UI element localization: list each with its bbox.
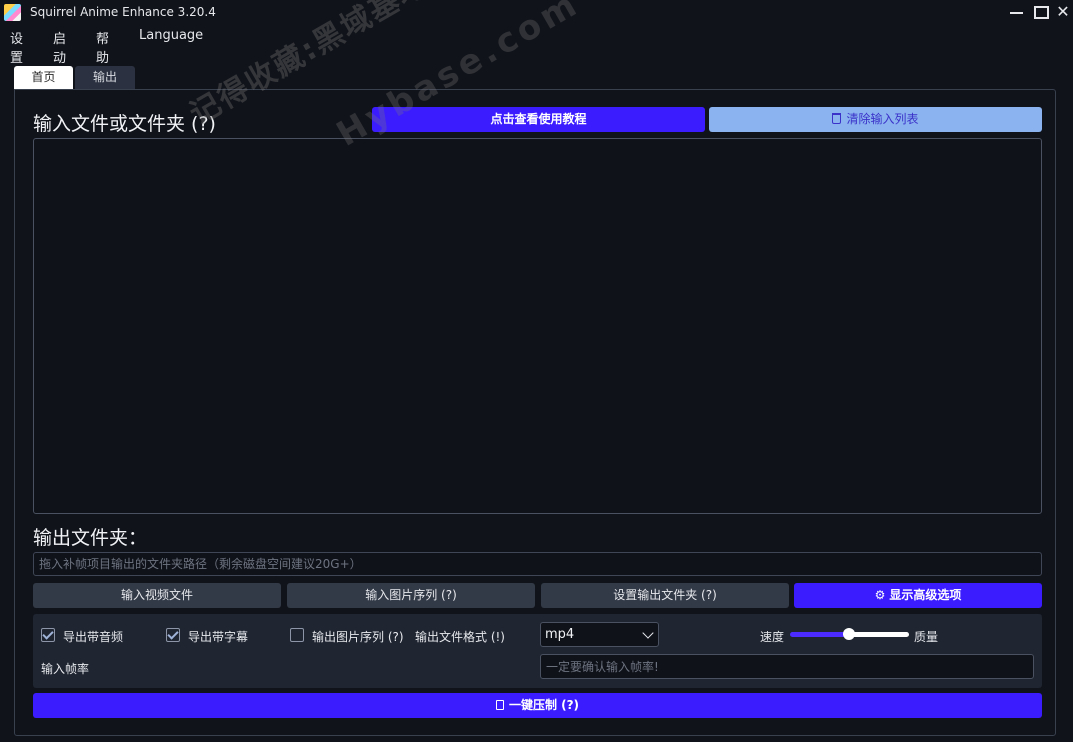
export-subtitle-label: 导出带字幕	[188, 630, 249, 644]
window-title: Squirrel Anime Enhance 3.20.4	[30, 5, 216, 19]
menu-launch[interactable]: 启动	[53, 28, 66, 66]
quality-label: 质量	[914, 630, 939, 644]
input-heading: 输入文件或文件夹 (?)	[33, 113, 216, 135]
menu-help[interactable]: 帮助	[96, 28, 109, 66]
output-format-select[interactable]: mp4	[540, 622, 659, 647]
minimize-icon[interactable]	[1006, 1, 1028, 23]
chevron-down-icon	[642, 627, 654, 639]
gear-icon: ⚙	[874, 588, 886, 602]
advanced-options-button[interactable]: ⚙ 显示高级选项	[794, 583, 1042, 608]
set-output-folder-button[interactable]: 设置输出文件夹 (?)	[541, 583, 789, 608]
export-audio-checkbox[interactable]	[41, 628, 55, 642]
input-video-button[interactable]: 输入视频文件	[33, 583, 281, 608]
output-sequence-label: 输出图片序列 (?)	[312, 630, 404, 644]
input-sequence-button[interactable]: 输入图片序列 (?)	[287, 583, 535, 608]
output-heading: 输出文件夹：	[33, 527, 148, 549]
close-icon[interactable]: ✕	[1052, 1, 1073, 23]
maximize-icon[interactable]	[1029, 1, 1051, 23]
clear-input-button[interactable]: 清除输入列表	[709, 107, 1042, 132]
trash-icon	[832, 113, 842, 124]
output-format-value: mp4	[545, 627, 575, 642]
clear-input-label: 清除输入列表	[846, 112, 919, 126]
tab-output[interactable]: 输出	[75, 66, 135, 89]
advanced-options-label: 显示高级选项	[889, 588, 962, 602]
menu-settings[interactable]: 设置	[10, 28, 23, 66]
input-fps-field[interactable]	[540, 654, 1034, 679]
slider-handle[interactable]	[843, 628, 855, 640]
output-format-label: 输出文件格式 (!)	[415, 630, 505, 644]
one-click-encode-label: 一键压制 (?)	[508, 698, 580, 712]
input-fps-label: 输入帧率	[41, 662, 90, 676]
output-sequence-checkbox[interactable]	[290, 628, 304, 642]
menu-language[interactable]: Language	[139, 28, 203, 43]
document-icon	[495, 700, 504, 710]
speed-label: 速度	[760, 630, 785, 644]
tab-home[interactable]: 首页	[14, 66, 73, 89]
one-click-encode-button[interactable]: 一键压制 (?)	[33, 693, 1042, 718]
export-subtitle-checkbox[interactable]	[166, 628, 180, 642]
app-icon	[4, 4, 21, 21]
input-file-list[interactable]	[33, 138, 1042, 514]
output-path-input[interactable]	[33, 552, 1042, 576]
export-audio-label: 导出带音频	[63, 630, 124, 644]
